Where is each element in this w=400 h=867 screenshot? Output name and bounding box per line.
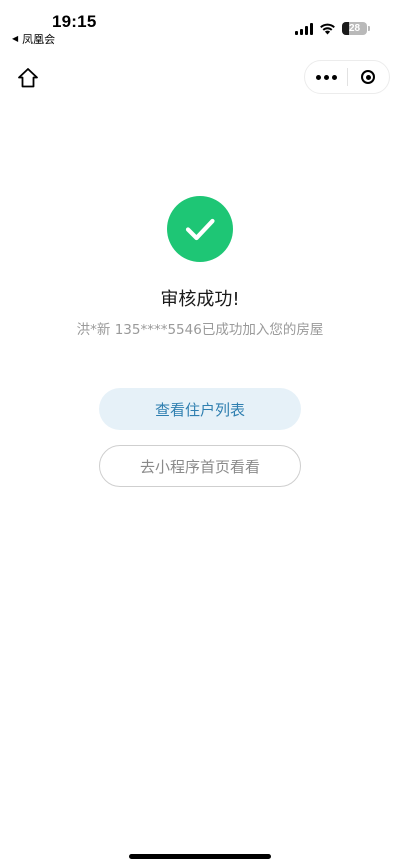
result-title: 审核成功! <box>160 289 240 310</box>
status-bar: 19:15 ◀ 凤凰会 28 <box>0 0 400 50</box>
result-description: 洪*新 135****5546已成功加入您的房屋 <box>76 322 324 338</box>
back-app-label: 凤凰会 <box>22 33 56 46</box>
mini-program-close-icon <box>361 70 376 84</box>
go-to-home-button[interactable]: 去小程序首页看看 <box>99 445 301 487</box>
battery-level: 28 <box>348 23 361 34</box>
status-time: 19:15 <box>52 12 97 31</box>
check-circle-icon <box>167 196 233 262</box>
more-dots-icon <box>315 74 321 80</box>
nav-bar <box>0 56 400 100</box>
back-to-app-link[interactable]: ◀ 凤凰会 <box>12 31 55 47</box>
back-caret-icon: ◀ <box>12 34 19 43</box>
more-dot <box>331 74 337 80</box>
wifi-icon <box>320 23 335 35</box>
battery-fill <box>342 22 349 35</box>
mini-program-capsule <box>304 60 390 94</box>
close-mini-program-button[interactable] <box>348 61 389 93</box>
cellular-signal-icon <box>295 22 313 35</box>
view-resident-list-button[interactable]: 查看住户列表 <box>99 388 301 430</box>
home-button[interactable] <box>14 64 42 92</box>
status-icons: 28 <box>295 22 370 35</box>
more-dot <box>323 74 329 80</box>
battery-icon: 28 <box>342 22 370 35</box>
more-button[interactable] <box>305 61 347 93</box>
close-ring-dot <box>365 74 371 80</box>
home-indicator <box>129 854 271 859</box>
checkmark-icon <box>185 218 215 241</box>
home-icon <box>18 68 38 88</box>
